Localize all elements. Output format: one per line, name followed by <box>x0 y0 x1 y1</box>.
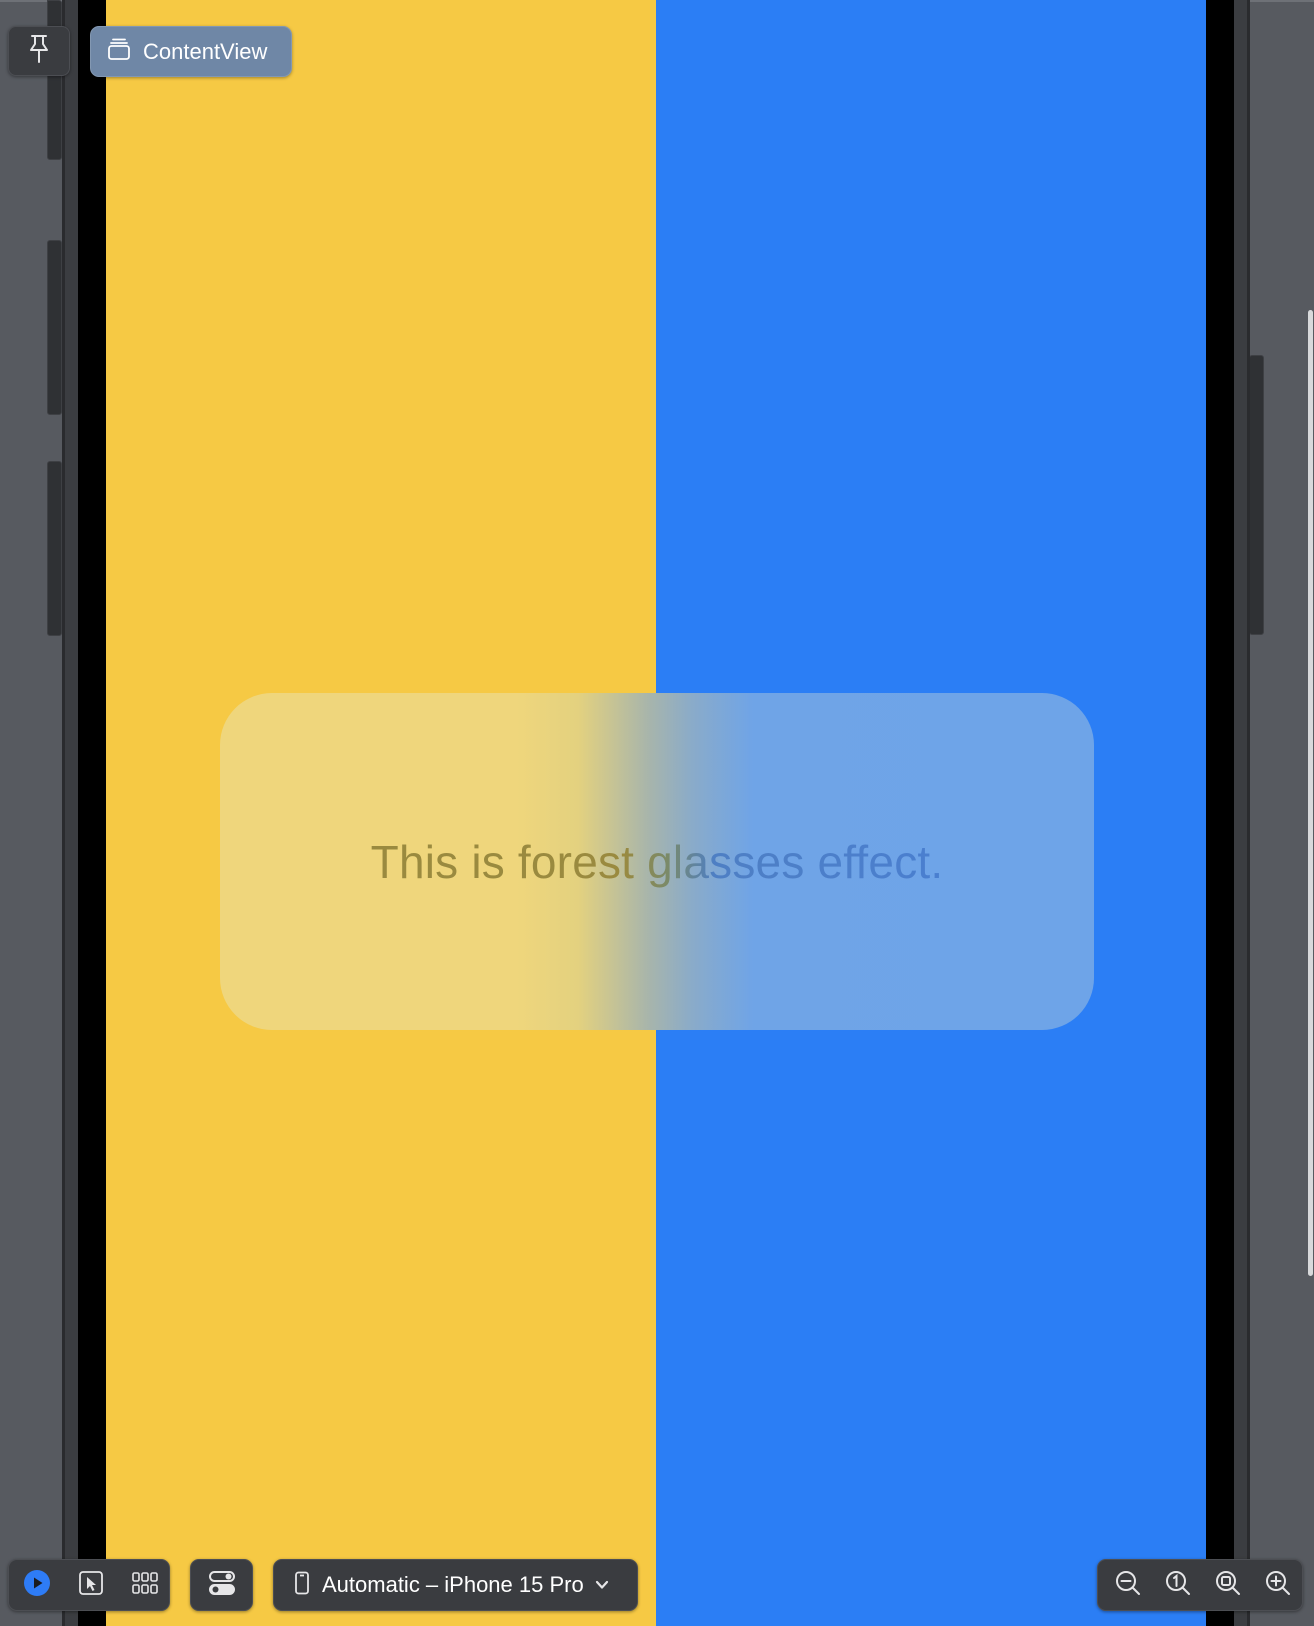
zoom-to-fit-icon <box>1214 1569 1242 1602</box>
zoom-out-icon <box>1114 1569 1142 1602</box>
zoom-in-button[interactable] <box>1264 1569 1292 1602</box>
play-icon <box>23 1569 51 1602</box>
device-edge-left <box>62 0 65 1626</box>
content-view-chip[interactable]: ContentView <box>90 26 292 77</box>
preview-canvas: This is forest glasses effect. ContentVi… <box>0 0 1314 1626</box>
pin-icon <box>27 34 51 69</box>
iphone-icon <box>294 1571 310 1600</box>
device-picker[interactable]: Automatic – iPhone 15 Pro <box>273 1559 638 1611</box>
live-mode-button[interactable] <box>23 1569 51 1602</box>
pin-preview-button[interactable] <box>8 26 70 76</box>
variants-mode-button[interactable] <box>131 1571 159 1599</box>
frosted-glass-card: This is forest glasses effect. <box>220 693 1094 1030</box>
actual-size-button[interactable] <box>1164 1569 1192 1602</box>
vertical-scrollbar[interactable] <box>1308 310 1313 1276</box>
device-action-button <box>47 0 62 160</box>
device-picker-label: Automatic – iPhone 15 Pro <box>322 1572 584 1597</box>
zoom-actual-size-icon <box>1164 1569 1192 1602</box>
grid-icon <box>132 1571 158 1599</box>
preview-mode-group <box>8 1559 170 1611</box>
zoom-in-icon <box>1264 1569 1292 1602</box>
device-volume-up-button <box>47 240 62 415</box>
zoom-controls <box>1097 1559 1303 1611</box>
chevron-down-icon <box>594 1579 610 1591</box>
toggles-icon <box>208 1570 236 1601</box>
device-volume-down-button <box>47 461 62 636</box>
zoom-out-button[interactable] <box>1114 1569 1142 1602</box>
pointer-icon <box>78 1570 104 1601</box>
device-power-button <box>1249 355 1264 635</box>
content-view-label: ContentView <box>143 38 268 64</box>
card-text: This is forest glasses effect. <box>370 835 944 888</box>
selectable-mode-button[interactable] <box>77 1570 105 1601</box>
zoom-to-fit-button[interactable] <box>1214 1569 1242 1602</box>
device-settings-button[interactable] <box>190 1559 253 1611</box>
device-edge-right <box>1247 0 1250 1626</box>
device-screen[interactable]: This is forest glasses effect. <box>106 0 1206 1626</box>
stack-window-icon <box>107 37 131 66</box>
